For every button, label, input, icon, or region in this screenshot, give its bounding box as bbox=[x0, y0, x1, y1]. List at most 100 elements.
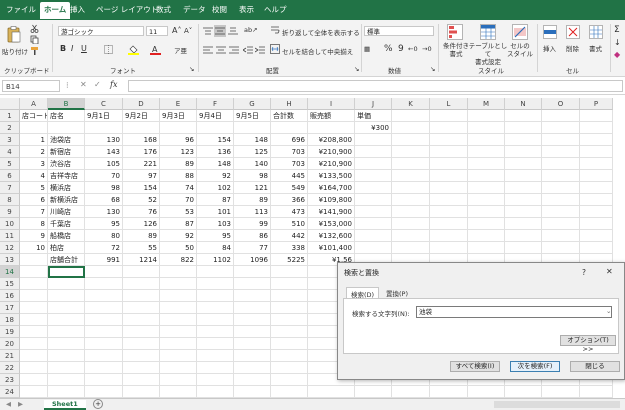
paste-label[interactable]: 貼り付け bbox=[2, 46, 28, 56]
column-header-O[interactable]: O bbox=[542, 98, 580, 110]
clear-icon[interactable]: ◆ bbox=[614, 50, 620, 59]
cell-M4[interactable] bbox=[468, 146, 505, 158]
cell-A5[interactable]: 3 bbox=[20, 158, 48, 170]
row-header-11[interactable]: 11 bbox=[0, 230, 20, 242]
cell-G1[interactable]: 9月5日 bbox=[234, 110, 271, 122]
cell-F3[interactable]: 154 bbox=[197, 134, 234, 146]
cell-I7[interactable]: ¥164,700 bbox=[308, 182, 355, 194]
insert-cells-button[interactable]: 挿入 bbox=[543, 43, 556, 53]
cell-G13[interactable]: 1096 bbox=[234, 254, 271, 266]
format-cells-button[interactable]: 書式 bbox=[589, 43, 602, 53]
cell-J12[interactable] bbox=[355, 242, 392, 254]
cell-C8[interactable]: 68 bbox=[85, 194, 123, 206]
cell-L3[interactable] bbox=[430, 134, 468, 146]
cell-O2[interactable] bbox=[542, 122, 580, 134]
cell-A24[interactable] bbox=[20, 386, 48, 398]
column-header-E[interactable]: E bbox=[160, 98, 197, 110]
cell-M2[interactable] bbox=[468, 122, 505, 134]
cell-A13[interactable] bbox=[20, 254, 48, 266]
cell-F18[interactable] bbox=[197, 314, 234, 326]
cell-D6[interactable]: 97 bbox=[123, 170, 160, 182]
cell-D9[interactable]: 76 bbox=[123, 206, 160, 218]
column-header-C[interactable]: C bbox=[85, 98, 123, 110]
cell-B15[interactable] bbox=[48, 278, 85, 290]
cell-D12[interactable]: 55 bbox=[123, 242, 160, 254]
cell-B18[interactable] bbox=[48, 314, 85, 326]
cell-E22[interactable] bbox=[160, 362, 197, 374]
cell-D8[interactable]: 52 bbox=[123, 194, 160, 206]
cell-P7[interactable] bbox=[580, 182, 613, 194]
cell-F15[interactable] bbox=[197, 278, 234, 290]
cell-F11[interactable]: 95 bbox=[197, 230, 234, 242]
number-dialog-launcher-icon[interactable]: ↘ bbox=[430, 65, 435, 73]
format-painter-icon[interactable] bbox=[30, 46, 39, 55]
accounting-format-icon[interactable]: ▦ bbox=[364, 45, 370, 53]
cell-B14[interactable] bbox=[48, 266, 85, 278]
cell-P9[interactable] bbox=[580, 206, 613, 218]
cell-G23[interactable] bbox=[234, 374, 271, 386]
cell-C3[interactable]: 130 bbox=[85, 134, 123, 146]
column-header-K[interactable]: K bbox=[392, 98, 430, 110]
cell-K10[interactable] bbox=[392, 218, 430, 230]
row-header-1[interactable]: 1 bbox=[0, 110, 20, 122]
cell-C7[interactable]: 98 bbox=[85, 182, 123, 194]
options-button[interactable]: オプション(T) >> bbox=[560, 335, 616, 353]
wrap-text-button[interactable]: 折り返して全体を表示する bbox=[282, 27, 360, 37]
cell-B20[interactable] bbox=[48, 338, 85, 350]
cell-J4[interactable] bbox=[355, 146, 392, 158]
cell-E6[interactable]: 88 bbox=[160, 170, 197, 182]
cell-E11[interactable]: 92 bbox=[160, 230, 197, 242]
next-sheet-icon[interactable]: ▶ bbox=[18, 400, 23, 408]
cell-L12[interactable] bbox=[430, 242, 468, 254]
cell-G21[interactable] bbox=[234, 350, 271, 362]
menu-tab-6[interactable]: 校閲 bbox=[212, 4, 227, 15]
cell-A22[interactable] bbox=[20, 362, 48, 374]
cell-H10[interactable]: 510 bbox=[271, 218, 308, 230]
column-header-F[interactable]: F bbox=[197, 98, 234, 110]
cell-J9[interactable] bbox=[355, 206, 392, 218]
cell-O4[interactable] bbox=[542, 146, 580, 158]
cell-C21[interactable] bbox=[85, 350, 123, 362]
cell-I1[interactable]: 販売額 bbox=[308, 110, 355, 122]
cell-I24[interactable] bbox=[308, 386, 355, 398]
cell-N12[interactable] bbox=[505, 242, 542, 254]
cell-D3[interactable]: 168 bbox=[123, 134, 160, 146]
cell-E12[interactable]: 50 bbox=[160, 242, 197, 254]
cell-G16[interactable] bbox=[234, 290, 271, 302]
menu-tab-5[interactable]: データ bbox=[183, 4, 206, 15]
cell-I9[interactable]: ¥141,900 bbox=[308, 206, 355, 218]
cell-H23[interactable] bbox=[271, 374, 308, 386]
cell-H1[interactable]: 合計数 bbox=[271, 110, 308, 122]
cell-C20[interactable] bbox=[85, 338, 123, 350]
cell-J6[interactable] bbox=[355, 170, 392, 182]
cell-I5[interactable]: ¥210,900 bbox=[308, 158, 355, 170]
cell-A4[interactable]: 2 bbox=[20, 146, 48, 158]
cell-M8[interactable] bbox=[468, 194, 505, 206]
cell-P5[interactable] bbox=[580, 158, 613, 170]
cell-H22[interactable] bbox=[271, 362, 308, 374]
italic-icon[interactable]: I bbox=[71, 44, 73, 53]
find-next-button[interactable]: 次を検索(F) bbox=[510, 361, 560, 372]
cell-P3[interactable] bbox=[580, 134, 613, 146]
align-right-icon[interactable] bbox=[229, 46, 239, 54]
cell-N7[interactable] bbox=[505, 182, 542, 194]
cell-O6[interactable] bbox=[542, 170, 580, 182]
cell-G17[interactable] bbox=[234, 302, 271, 314]
help-icon[interactable]: ? bbox=[582, 268, 586, 277]
cell-K1[interactable] bbox=[392, 110, 430, 122]
cell-A15[interactable] bbox=[20, 278, 48, 290]
cell-C22[interactable] bbox=[85, 362, 123, 374]
menu-tab-7[interactable]: 表示 bbox=[239, 4, 254, 15]
cell-O8[interactable] bbox=[542, 194, 580, 206]
cell-L8[interactable] bbox=[430, 194, 468, 206]
cell-E9[interactable]: 53 bbox=[160, 206, 197, 218]
cell-F2[interactable] bbox=[197, 122, 234, 134]
cell-B3[interactable]: 池袋店 bbox=[48, 134, 85, 146]
row-header-5[interactable]: 5 bbox=[0, 158, 20, 170]
cell-C23[interactable] bbox=[85, 374, 123, 386]
cell-B9[interactable]: 川崎店 bbox=[48, 206, 85, 218]
cancel-entry-icon[interactable]: ✕ bbox=[80, 80, 87, 89]
cell-J1[interactable]: 単価 bbox=[355, 110, 392, 122]
column-header-N[interactable]: N bbox=[505, 98, 542, 110]
row-header-16[interactable]: 16 bbox=[0, 290, 20, 302]
